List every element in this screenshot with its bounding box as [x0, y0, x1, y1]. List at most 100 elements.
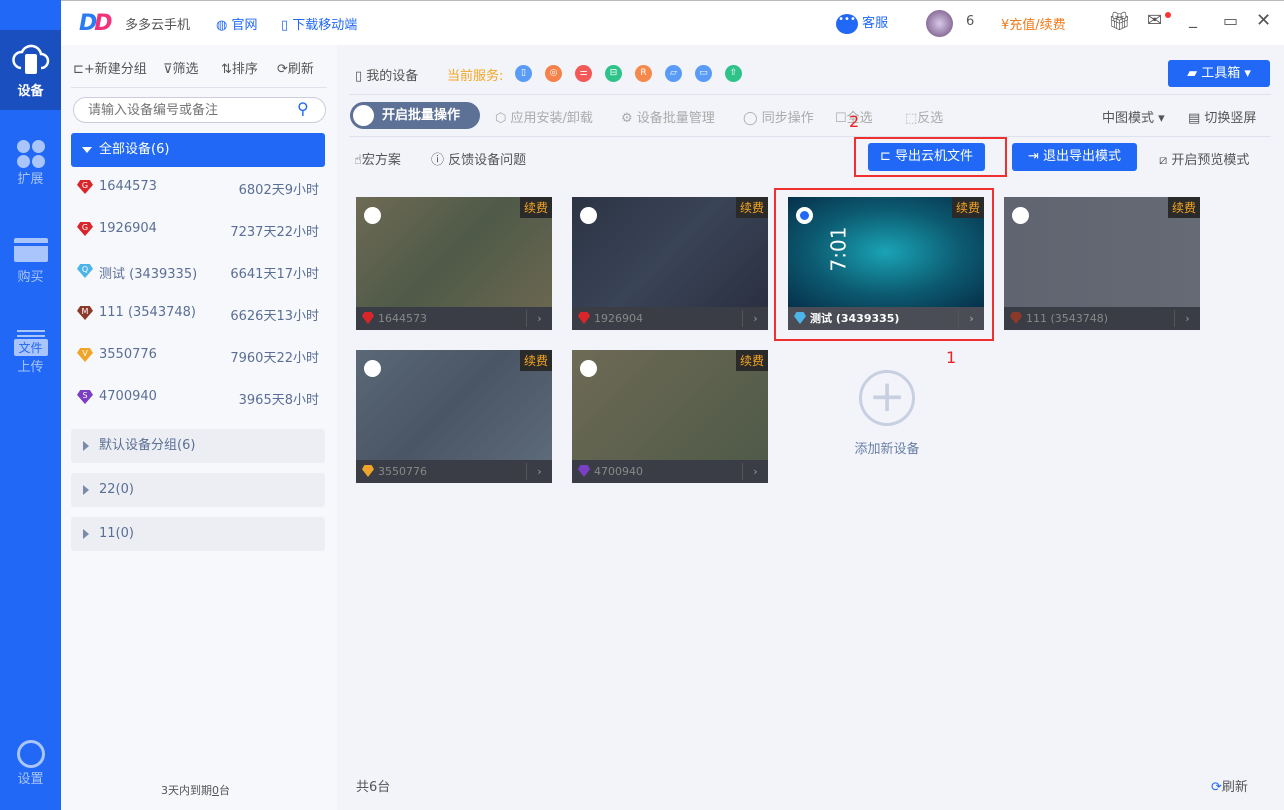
- clover-icon: [16, 140, 45, 168]
- select-radio[interactable]: [580, 207, 597, 224]
- card-icon: [13, 238, 48, 262]
- total-count: 共6台: [356, 780, 391, 795]
- renew-badge[interactable]: 续费: [519, 350, 552, 371]
- nav-extend[interactable]: 扩展: [0, 140, 61, 187]
- chevron-right-icon[interactable]: ›: [958, 310, 984, 327]
- close-icon[interactable]: ✕: [1256, 10, 1271, 31]
- switch-portrait-button[interactable]: ▤ 切换竖屏: [1188, 107, 1256, 126]
- sort-label: 排序: [231, 62, 258, 77]
- export-files-button[interactable]: ⊏ 导出云机文件: [868, 143, 985, 171]
- invert-label: 反选: [917, 111, 944, 126]
- group-11[interactable]: 11(0): [71, 517, 325, 551]
- exit-export-label: 退出导出模式: [1043, 149, 1122, 164]
- invert-button[interactable]: ⬚反选: [905, 107, 943, 126]
- service-icon[interactable]: ⊟: [605, 65, 622, 82]
- macro-button[interactable]: ☝宏方案: [354, 149, 401, 168]
- nav-settings[interactable]: 设置: [0, 740, 61, 787]
- filter-button[interactable]: ⊽筛选: [163, 58, 199, 77]
- level-gem-icon: M: [77, 306, 93, 320]
- group-22[interactable]: 22(0): [71, 473, 325, 507]
- my-devices-label: 我的设备: [366, 69, 419, 84]
- card-footer: 111 (3543748) ›: [1004, 307, 1200, 330]
- card-footer: 测试 (3439335) ›: [788, 307, 984, 330]
- select-radio[interactable]: [364, 207, 381, 224]
- view-mode-label: 中图模式: [1102, 111, 1155, 126]
- app-logo: DD: [79, 11, 113, 36]
- device-card[interactable]: 续费 3550776 ›: [356, 350, 552, 483]
- service-icon[interactable]: ▱: [665, 65, 682, 82]
- chevron-right-icon[interactable]: ›: [526, 463, 552, 480]
- mail-icon[interactable]: ✉: [1147, 10, 1162, 31]
- device-list-item[interactable]: M 111 (3543748) 6626天13小时: [75, 304, 321, 324]
- renew-badge[interactable]: 续费: [735, 197, 768, 218]
- add-device-button[interactable]: + 添加新设备: [842, 370, 932, 457]
- device-card[interactable]: 7:01 续费 测试 (3439335) ›: [788, 197, 984, 330]
- new-group-button[interactable]: ⊏+新建分组: [73, 58, 147, 77]
- view-mode-dropdown[interactable]: 中图模式 ▾: [1102, 107, 1165, 126]
- feedback-button[interactable]: ⓘ 反馈设备问题: [431, 149, 526, 168]
- nav-devices[interactable]: 设备: [0, 30, 61, 110]
- gift-icon[interactable]: 🎁︎: [1108, 11, 1131, 32]
- nav-buy[interactable]: 购买: [0, 238, 61, 285]
- select-radio[interactable]: [364, 360, 381, 377]
- service-icon[interactable]: ▭: [695, 65, 712, 82]
- chevron-right-icon[interactable]: ›: [742, 463, 768, 480]
- maximize-icon[interactable]: ▭: [1223, 11, 1238, 30]
- bottom-refresh-button[interactable]: ⟳刷新: [1211, 776, 1248, 795]
- group-default[interactable]: 默认设备分组(6): [71, 429, 325, 463]
- toolbox-button[interactable]: ▰ 工具箱 ▾: [1168, 60, 1270, 87]
- app-install-button[interactable]: ⬡ 应用安装/卸载: [495, 107, 593, 126]
- recharge-button[interactable]: ¥充值/续费: [1001, 14, 1066, 33]
- customer-service-button[interactable]: ••• 客服: [836, 12, 888, 34]
- sync-button[interactable]: ◯ 同步操作: [743, 107, 814, 126]
- device-list-item[interactable]: V 3550776 7960天22小时: [75, 346, 321, 366]
- group-all-devices[interactable]: 全部设备(6): [71, 133, 325, 167]
- device-name: 111 (3543748): [99, 305, 196, 320]
- service-icon[interactable]: ◎: [545, 65, 562, 82]
- renew-badge[interactable]: 续费: [951, 197, 984, 218]
- chevron-right-icon[interactable]: ›: [742, 310, 768, 327]
- refresh-button[interactable]: ⟳刷新: [277, 58, 314, 77]
- service-icon[interactable]: R: [635, 65, 652, 82]
- renew-badge[interactable]: 续费: [735, 350, 768, 371]
- chevron-right-icon[interactable]: ›: [1174, 310, 1200, 327]
- batch-manage-button[interactable]: ⚙ 设备批量管理: [621, 107, 715, 126]
- renew-badge[interactable]: 续费: [1167, 197, 1200, 218]
- website-link[interactable]: ◍ 官网: [216, 14, 258, 33]
- chevron-right-icon[interactable]: ›: [526, 310, 552, 327]
- device-list-item[interactable]: S 4700940 3965天8小时: [75, 388, 321, 408]
- download-mobile-link[interactable]: ▯ 下载移动端: [281, 14, 357, 33]
- app-name: 多多云手机: [125, 18, 191, 33]
- batch-toggle[interactable]: 开启批量操作: [350, 102, 480, 129]
- exit-export-button[interactable]: ⇥ 退出导出模式: [1012, 143, 1137, 171]
- expiring-count[interactable]: 0: [212, 784, 219, 797]
- search-icon[interactable]: ⚲: [297, 99, 309, 118]
- device-card[interactable]: 续费 1644573 ›: [356, 197, 552, 330]
- avatar[interactable]: [926, 10, 953, 37]
- device-list-item[interactable]: G 1644573 6802天9小时: [75, 178, 321, 198]
- select-radio[interactable]: [1012, 207, 1029, 224]
- service-icon[interactable]: ⚌: [575, 65, 592, 82]
- device-list-item[interactable]: Q 测试 (3439335) 6641天17小时: [75, 262, 321, 282]
- nav-upload[interactable]: 文件 上传: [0, 330, 61, 375]
- device-search-input[interactable]: [73, 97, 326, 123]
- new-group-label: 新建分组: [94, 62, 147, 77]
- service-icon[interactable]: ▯: [515, 65, 532, 82]
- level-gem-icon: [362, 465, 374, 477]
- select-radio[interactable]: [796, 207, 813, 224]
- divider: [349, 94, 1271, 95]
- device-card[interactable]: 续费 1926904 ›: [572, 197, 768, 330]
- device-list-item[interactable]: G 1926904 7237天22小时: [75, 220, 321, 240]
- minimize-icon[interactable]: _: [1189, 9, 1197, 28]
- device-card[interactable]: 续费 111 (3543748) ›: [1004, 197, 1200, 330]
- device-card[interactable]: 续费 4700940 ›: [572, 350, 768, 483]
- preview-mode-button[interactable]: ⧄ 开启预览模式: [1159, 149, 1249, 168]
- export-files-label: 导出云机文件: [895, 149, 974, 164]
- card-footer: 1926904 ›: [572, 307, 768, 330]
- service-icon[interactable]: ⇧: [725, 65, 742, 82]
- renew-badge[interactable]: 续费: [519, 197, 552, 218]
- left-nav: 设备 扩展 购买 文件 上传 设置: [0, 0, 61, 810]
- select-radio[interactable]: [580, 360, 597, 377]
- service-label: 客服: [862, 16, 889, 31]
- sort-button[interactable]: ⇅排序: [221, 58, 258, 77]
